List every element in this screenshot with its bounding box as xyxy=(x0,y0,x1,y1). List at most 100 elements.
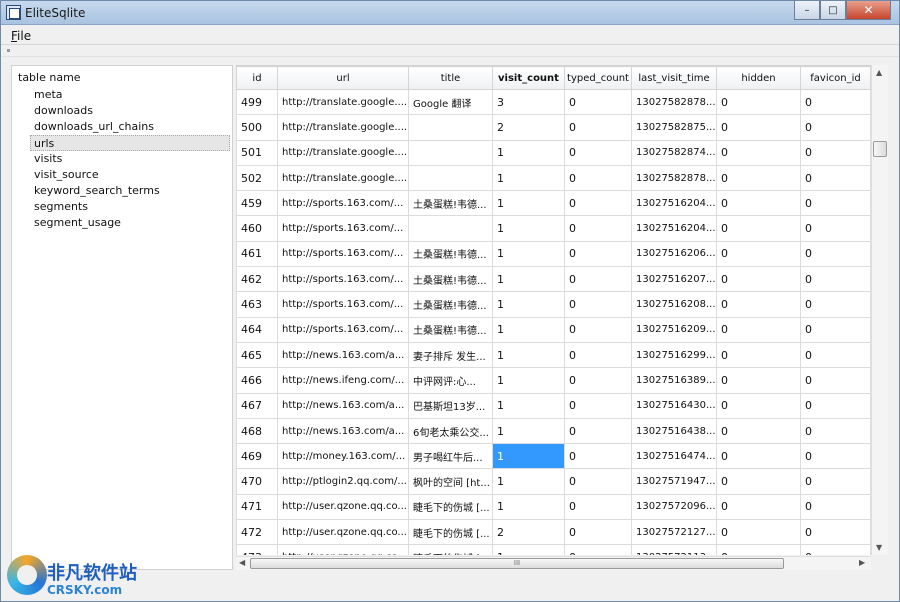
cell-title[interactable]: 土桑蛋糕!韦德... xyxy=(408,190,493,217)
cell-hidden[interactable]: 0 xyxy=(716,139,801,166)
cell-typed-count[interactable]: 0 xyxy=(564,468,632,495)
cell-url[interactable]: http://sports.163.com/... xyxy=(277,190,409,217)
cell-visit-count[interactable]: 1 xyxy=(492,139,565,166)
cell-title[interactable] xyxy=(408,215,493,242)
column-header-title[interactable]: title xyxy=(408,66,493,90)
table-row[interactable]: 465 http://news.163.com/a... 妻子排斥 发生... 1 0 1… xyxy=(236,341,871,369)
cell-id[interactable]: 470 xyxy=(236,468,278,495)
cell-url[interactable]: http://sports.163.com/... xyxy=(277,316,409,343)
cell-visit-count[interactable]: 1 xyxy=(492,190,565,217)
cell-hidden[interactable]: 0 xyxy=(716,215,801,242)
cell-typed-count[interactable]: 0 xyxy=(564,367,632,394)
cell-typed-count[interactable]: 0 xyxy=(564,139,632,166)
cell-visit-count[interactable]: 1 xyxy=(492,544,565,555)
cell-favicon-id[interactable]: 0 xyxy=(800,139,871,166)
table-row[interactable]: 468 http://news.163.com/a... 6旬老太乘公交... 1 0 1… xyxy=(236,417,871,445)
cell-url[interactable]: http://news.163.com/a... xyxy=(277,417,409,445)
cell-visit-count[interactable]: 1 xyxy=(492,493,565,521)
cell-title[interactable]: 土桑蛋糕!韦德... xyxy=(408,266,493,293)
cell-id[interactable]: 467 xyxy=(236,392,278,419)
cell-hidden[interactable]: 0 xyxy=(716,519,801,546)
cell-last-visit-time[interactable]: 13027516204... xyxy=(631,215,717,242)
cell-title[interactable]: 枫叶的空间 [ht... xyxy=(408,468,493,495)
table-row[interactable]: 473http://user.qzone.qq.co...睫毛下的伤城 [...… xyxy=(236,544,871,555)
cell-last-visit-time[interactable]: 13027516299... xyxy=(631,341,717,369)
cell-last-visit-time[interactable]: 13027516438... xyxy=(631,417,717,445)
cell-last-visit-time[interactable]: 13027572096... xyxy=(631,493,717,521)
cell-id[interactable]: 460 xyxy=(236,215,278,242)
tree-item-visits[interactable]: visits xyxy=(12,151,232,167)
cell-typed-count[interactable]: 0 xyxy=(564,519,632,546)
cell-last-visit-time[interactable]: 13027516209... xyxy=(631,316,717,343)
table-row[interactable]: 460 http://sports.163.com/... 1 0 1302751620… xyxy=(236,215,871,242)
cell-last-visit-time[interactable]: 13027582874... xyxy=(631,139,717,166)
cell-id[interactable]: 461 xyxy=(236,240,278,268)
cell-visit-count[interactable]: 1 xyxy=(492,266,565,293)
cell-url[interactable]: http://sports.163.com/... xyxy=(277,215,409,242)
table-row[interactable]: 472 http://user.qzone.qq.co... 睫毛下的伤城 [...… xyxy=(236,519,871,546)
cell-last-visit-time[interactable]: 13027572127... xyxy=(631,519,717,546)
cell-id[interactable]: 472 xyxy=(236,519,278,546)
cell-favicon-id[interactable]: 0 xyxy=(800,493,871,521)
cell-favicon-id[interactable]: 0 xyxy=(800,240,871,268)
cell-title[interactable]: 男子喝红牛后... xyxy=(408,443,493,470)
cell-favicon-id[interactable]: 0 xyxy=(800,468,871,495)
table-row[interactable]: 461 http://sports.163.com/... 土桑蛋糕!韦德... 1 0… xyxy=(236,240,871,268)
maximize-button[interactable]: □ xyxy=(820,1,846,20)
cell-visit-count[interactable]: 3 xyxy=(492,88,565,116)
cell-typed-count[interactable]: 0 xyxy=(564,88,632,116)
cell-last-visit-time[interactable]: 13027516430... xyxy=(631,392,717,419)
cell-title[interactable]: 巴基斯坦13岁... xyxy=(408,392,493,419)
column-header-hidden[interactable]: hidden xyxy=(716,66,801,90)
scroll-up-icon[interactable]: ▲ xyxy=(876,68,882,77)
cell-hidden[interactable]: 0 xyxy=(716,190,801,217)
cell-favicon-id[interactable]: 0 xyxy=(800,215,871,242)
column-header-favicon-id[interactable]: favicon_id xyxy=(800,66,871,90)
table-row[interactable]: 463 http://sports.163.com/... 土桑蛋糕!韦德... 1 0… xyxy=(236,291,871,318)
cell-url[interactable]: http://ptlogin2.qq.com/... xyxy=(277,468,409,495)
table-row[interactable]: 501 http://translate.google.... 1 0 13027582… xyxy=(236,139,871,166)
cell-typed-count[interactable]: 0 xyxy=(564,114,632,141)
cell-typed-count[interactable]: 0 xyxy=(564,392,632,419)
table-row[interactable]: 462 http://sports.163.com/... 土桑蛋糕!韦德... 1 0… xyxy=(236,266,871,293)
cell-visit-count[interactable]: 1 xyxy=(492,443,565,470)
tree-item-downloads-url-chains[interactable]: downloads_url_chains xyxy=(12,119,232,135)
cell-id[interactable]: 499 xyxy=(236,88,278,116)
column-header-id[interactable]: id xyxy=(236,66,278,90)
column-header-last-visit-time[interactable]: last_visit_time xyxy=(631,66,717,90)
cell-hidden[interactable]: 0 xyxy=(716,266,801,293)
cell-typed-count[interactable]: 0 xyxy=(564,215,632,242)
cell-typed-count[interactable]: 0 xyxy=(564,190,632,217)
scroll-down-icon[interactable]: ▼ xyxy=(876,543,882,552)
cell-visit-count[interactable]: 1 xyxy=(492,164,565,192)
tree-item-downloads[interactable]: downloads xyxy=(12,103,232,119)
cell-url[interactable]: http://sports.163.com/... xyxy=(277,291,409,318)
cell-favicon-id[interactable]: 0 xyxy=(800,88,871,116)
cell-id[interactable]: 466 xyxy=(236,367,278,394)
scroll-left-icon[interactable]: ◀ xyxy=(239,558,245,567)
cell-title[interactable] xyxy=(408,164,493,192)
cell-hidden[interactable]: 0 xyxy=(716,341,801,369)
cell-favicon-id[interactable]: 0 xyxy=(800,519,871,546)
cell-last-visit-time[interactable]: 13027571947... xyxy=(631,468,717,495)
cell-id[interactable]: 463 xyxy=(236,291,278,318)
cell-last-visit-time[interactable]: 13027516208... xyxy=(631,291,717,318)
cell-title[interactable]: 睫毛下的伤城 [... xyxy=(408,544,493,555)
cell-typed-count[interactable]: 0 xyxy=(564,291,632,318)
cell-last-visit-time[interactable]: 13027516206... xyxy=(631,240,717,268)
horizontal-scrollbar[interactable]: ◀ III ▶ xyxy=(236,556,871,570)
cell-favicon-id[interactable]: 0 xyxy=(800,443,871,470)
cell-title[interactable]: 睫毛下的伤城 [... xyxy=(408,519,493,546)
cell-visit-count[interactable]: 1 xyxy=(492,468,565,495)
table-row[interactable]: 500 http://translate.google.... 2 0 13027582… xyxy=(236,114,871,141)
cell-favicon-id[interactable]: 0 xyxy=(800,341,871,369)
cell-hidden[interactable]: 0 xyxy=(716,316,801,343)
cell-title[interactable]: 土桑蛋糕!韦德... xyxy=(408,316,493,343)
tree-item-urls[interactable]: urls xyxy=(30,135,230,151)
cell-id[interactable]: 462 xyxy=(236,266,278,293)
cell-favicon-id[interactable]: 0 xyxy=(800,316,871,343)
cell-id[interactable]: 501 xyxy=(236,139,278,166)
table-row[interactable]: 459 http://sports.163.com/... 土桑蛋糕!韦德... 1 0… xyxy=(236,190,871,217)
column-header-visit-count[interactable]: visit_count xyxy=(492,66,565,90)
cell-favicon-id[interactable]: 0 xyxy=(800,164,871,192)
